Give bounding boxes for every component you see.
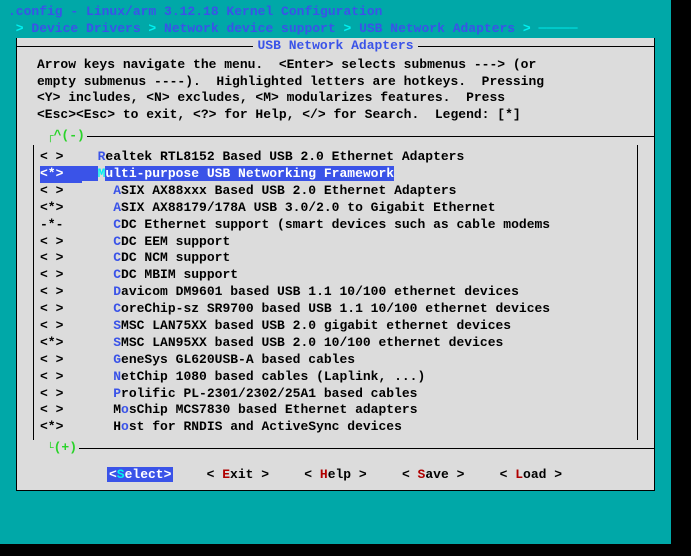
menu-item[interactable]: <*> Multi-purpose USB Networking Framewo… <box>34 166 637 183</box>
scroll-down-indicator: └(+) <box>45 440 79 457</box>
window-title: USB Network Adapters <box>253 38 417 55</box>
help-text: Arrow keys navigate the menu. <Enter> se… <box>17 55 654 129</box>
menu-item[interactable]: < > Prolific PL-2301/2302/25A1 based cab… <box>34 386 637 403</box>
scroll-up-indicator: ┌^(-) <box>45 128 87 145</box>
menu-window: USB Network Adapters Arrow keys navigate… <box>16 38 655 491</box>
menu-item[interactable]: < > NetChip 1080 based cables (Laplink, … <box>34 369 637 386</box>
menu-item[interactable]: < > CDC EEM support <box>34 234 637 251</box>
terminal-window: .config - Linux/arm 3.12.18 Kernel Confi… <box>0 0 671 544</box>
breadcrumb: > Device Drivers > Network device suppor… <box>0 21 671 38</box>
menu-item[interactable]: < > Realtek RTL8152 Based USB 2.0 Ethern… <box>34 149 637 166</box>
config-title: .config - Linux/arm 3.12.18 Kernel Confi… <box>0 4 671 21</box>
button-exit[interactable]: < Exit > <box>205 467 271 482</box>
menu-item[interactable]: < > MosChip MCS7830 based Ethernet adapt… <box>34 402 637 419</box>
menu-item[interactable]: < > GeneSys GL620USB-A based cables <box>34 352 637 369</box>
button-save[interactable]: < Save > <box>400 467 466 482</box>
menu-item[interactable]: < > SMSC LAN75XX based USB 2.0 gigabit e… <box>34 318 637 335</box>
menu-list[interactable]: < > Realtek RTL8152 Based USB 2.0 Ethern… <box>33 145 638 440</box>
button-load[interactable]: < Load > <box>498 467 564 482</box>
menu-item[interactable]: < > CDC MBIM support <box>34 267 637 284</box>
menu-item[interactable]: < > CDC NCM support <box>34 250 637 267</box>
menu-item[interactable]: <*> SMSC LAN95XX based USB 2.0 10/100 et… <box>34 335 637 352</box>
menu-item[interactable]: < > Davicom DM9601 based USB 1.1 10/100 … <box>34 284 637 301</box>
button-row: <Select> < Exit > < Help > < Save > < Lo… <box>17 457 654 484</box>
menu-item[interactable]: <*> Host for RNDIS and ActiveSync device… <box>34 419 637 436</box>
menu-item[interactable]: < > CoreChip-sz SR9700 based USB 1.1 10/… <box>34 301 637 318</box>
button-select[interactable]: <Select> <box>107 467 173 482</box>
menu-item[interactable]: <*> ASIX AX88179/178A USB 3.0/2.0 to Gig… <box>34 200 637 217</box>
button-help[interactable]: < Help > <box>302 467 368 482</box>
menu-item[interactable]: -*- CDC Ethernet support (smart devices … <box>34 217 637 234</box>
menu-item[interactable]: < > ASIX AX88xxx Based USB 2.0 Ethernet … <box>34 183 637 200</box>
